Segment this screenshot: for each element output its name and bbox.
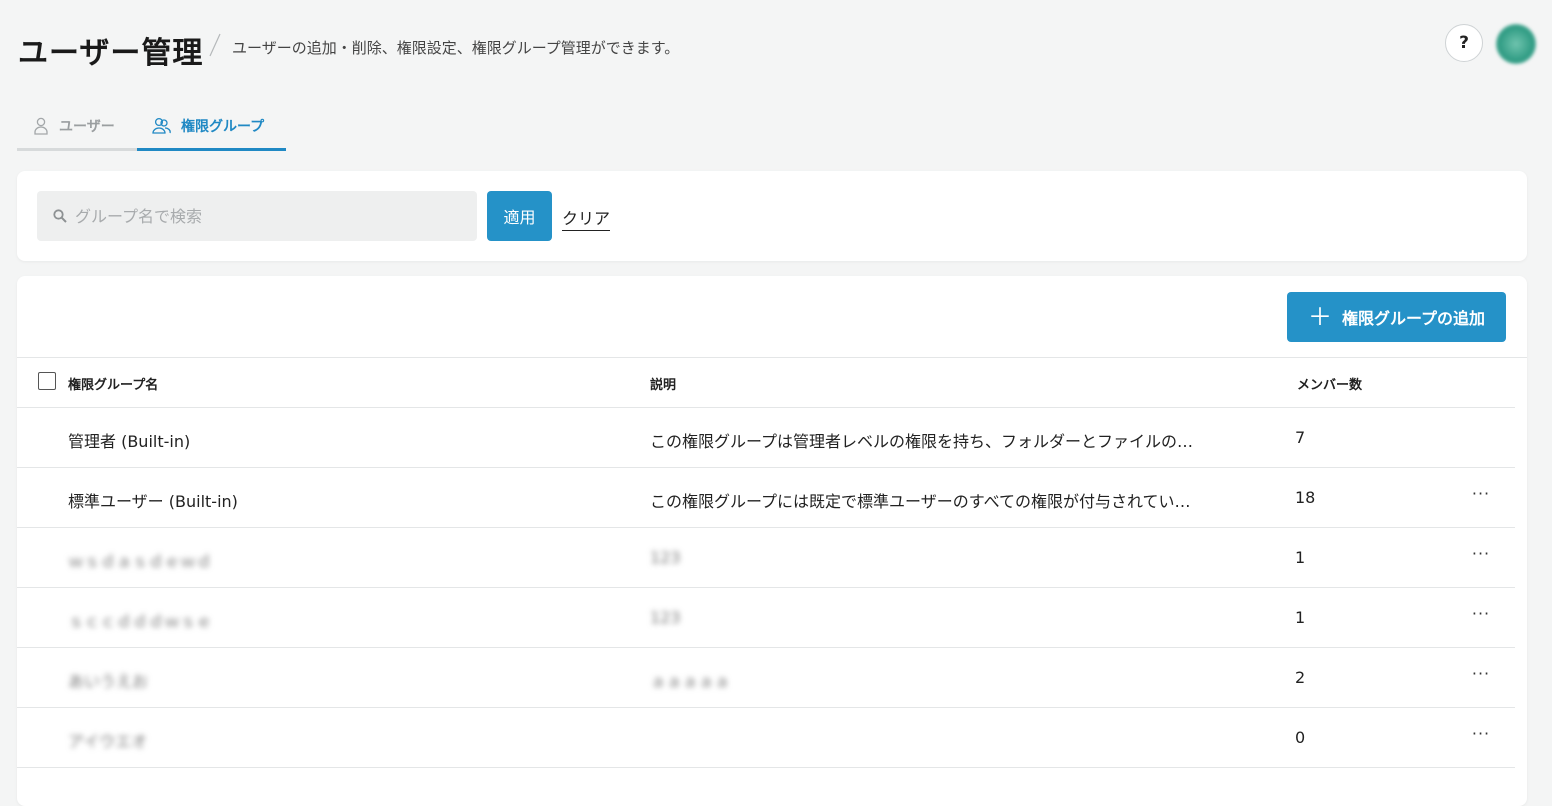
member-count-cell: 18 [1295, 488, 1316, 507]
page-title: ユーザー管理 [18, 36, 204, 71]
select-all-checkbox[interactable] [38, 372, 56, 390]
apply-button[interactable]: 適用 [487, 191, 552, 241]
table-row[interactable]: あいうえお ａａａａａ 2 ··· [17, 648, 1515, 708]
tab-users-label: ユーザー [59, 119, 115, 135]
add-permission-group-button[interactable]: ＋ 権限グループの追加 [1287, 292, 1506, 342]
member-count-cell: 2 [1295, 668, 1306, 687]
table-row[interactable]: 管理者 (Built-in) この権限グループは管理者レベルの権限を持ち、フォルダ… [17, 408, 1515, 468]
page-description: ユーザーの追加・削除、権限設定、権限グループ管理ができます。 [232, 39, 680, 57]
group-name-cell: あいうえお [68, 672, 149, 691]
row-menu-button[interactable]: ··· [1467, 664, 1495, 688]
permission-groups-table-panel: ＋ 権限グループの追加 権限グループ名 説明 メンバー数 管理者 (Built-… [17, 276, 1527, 806]
plus-icon: ＋ [1307, 303, 1332, 331]
row-menu-button[interactable]: ··· [1467, 604, 1495, 628]
search-panel: 適用 クリア [17, 171, 1527, 261]
member-count-cell: 7 [1295, 428, 1306, 447]
column-header-name[interactable]: 権限グループ名 [68, 374, 158, 393]
member-count-cell: 1 [1295, 608, 1306, 627]
group-name-cell: 管理者 (Built-in) [68, 432, 191, 451]
tab-permission-groups[interactable]: 権限グループ [137, 104, 286, 151]
group-name-cell: ｗｓｄａｓｄｅｗｄ [68, 552, 213, 571]
clear-link[interactable]: クリア [562, 205, 611, 231]
avatar[interactable] [1496, 24, 1536, 64]
user-icon [34, 117, 48, 135]
users-icon [152, 117, 171, 134]
tab-users[interactable]: ユーザー [17, 104, 137, 151]
row-menu-button[interactable]: ··· [1467, 724, 1495, 748]
table-row[interactable]: 標準ユーザー (Built-in) この権限グループには既定で標準ユーザーのすべて… [17, 468, 1515, 528]
group-description-cell: この権限グループは管理者レベルの権限を持ち、フォルダーとファイルの… [650, 432, 1194, 451]
help-button[interactable]: ? [1445, 24, 1483, 62]
group-description-cell: 123 [650, 608, 681, 627]
table-row[interactable]: ｓｃｃｄｄｄｗｓｅ 123 1 ··· [17, 588, 1515, 648]
group-name-cell: アイウエオ [68, 732, 148, 751]
add-permission-group-label: 権限グループの追加 [1341, 309, 1486, 328]
group-description-cell: この権限グループには既定で標準ユーザーのすべての権限が付与されてい… [650, 492, 1191, 511]
tab-permission-groups-label: 権限グループ [181, 119, 265, 135]
table-row[interactable]: ｗｓｄａｓｄｅｗｄ 123 1 ··· [17, 528, 1515, 588]
row-menu-button[interactable]: ··· [1467, 484, 1495, 508]
column-header-members[interactable]: メンバー数 [1297, 374, 1362, 393]
group-name-cell: 標準ユーザー (Built-in) [68, 492, 238, 511]
title-separator [209, 33, 221, 57]
member-count-cell: 0 [1295, 728, 1306, 747]
search-input[interactable] [73, 205, 437, 227]
search-field[interactable] [37, 191, 477, 241]
group-description-cell: ａａａａａ [650, 672, 731, 691]
group-name-cell: ｓｃｃｄｄｄｗｓｅ [68, 612, 213, 631]
row-menu-button[interactable]: ··· [1467, 544, 1495, 568]
table-header: 権限グループ名 説明 メンバー数 [17, 358, 1515, 408]
page-header: ユーザー管理 ユーザーの追加・削除、権限設定、権限グループ管理ができます。 ? [18, 24, 1552, 71]
table-row[interactable]: アイウエオ 0 ··· [17, 708, 1515, 768]
column-header-description[interactable]: 説明 [650, 374, 676, 393]
group-description-cell: 123 [650, 548, 681, 567]
member-count-cell: 1 [1295, 548, 1306, 567]
search-icon [53, 209, 67, 223]
